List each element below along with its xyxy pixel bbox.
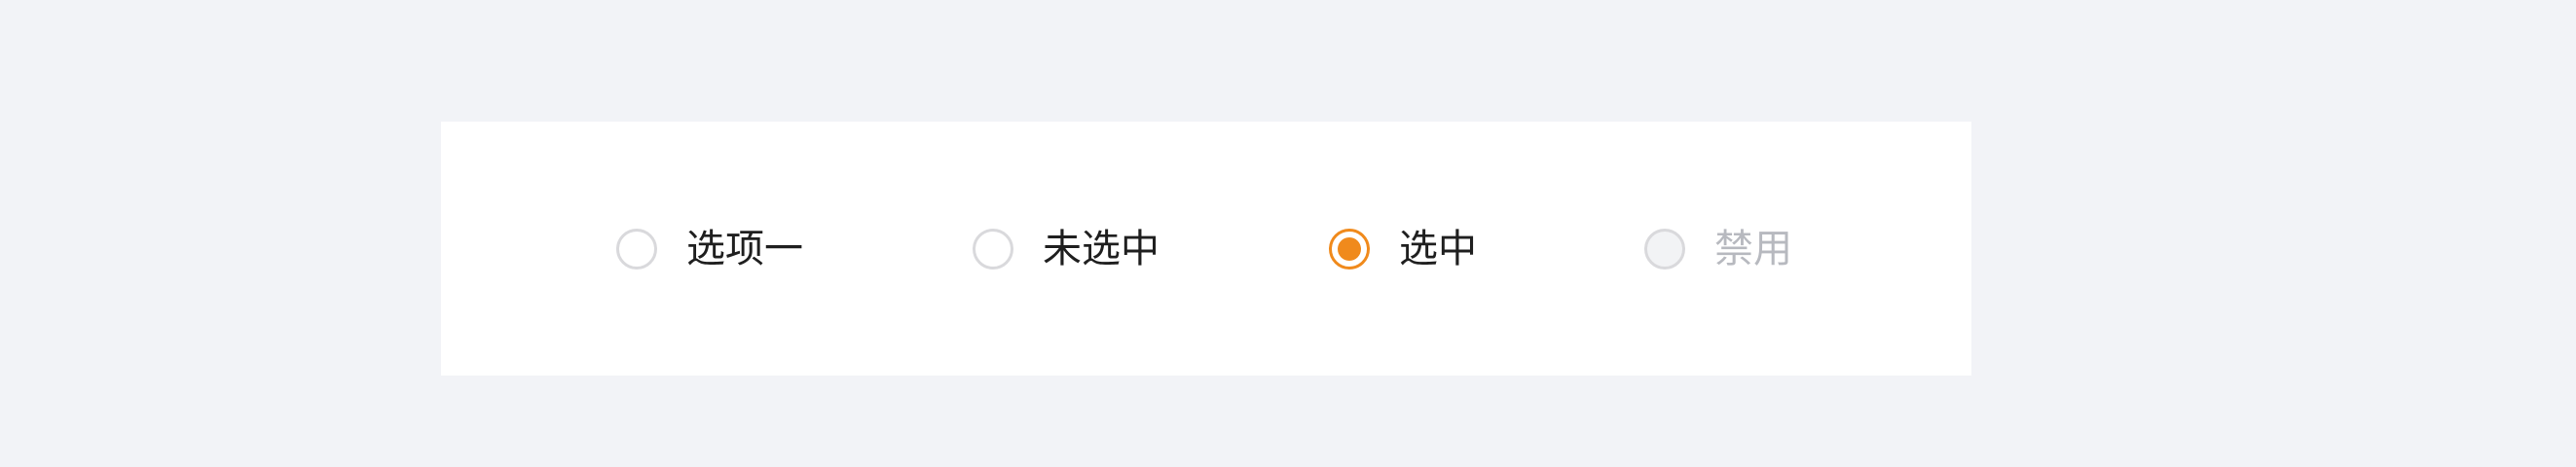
radio-option-unchecked[interactable]: 未选中 — [973, 226, 1159, 272]
radio-unchecked-icon[interactable] — [973, 229, 1013, 269]
radio-option-disabled: 禁用 — [1644, 226, 1792, 272]
radio-option-1-label: 选项一 — [686, 227, 803, 271]
radio-option-1[interactable]: 选项一 — [616, 226, 803, 272]
radio-group-card: 选项一 未选中 选中 禁用 — [441, 122, 1971, 376]
radio-option-disabled-label: 禁用 — [1714, 227, 1792, 271]
radio-checked-dot — [1338, 237, 1361, 261]
radio-unchecked-icon[interactable] — [616, 229, 657, 269]
radio-checked-icon[interactable] — [1329, 229, 1370, 269]
radio-option-checked-label: 选中 — [1399, 227, 1477, 271]
radio-option-unchecked-label: 未选中 — [1043, 227, 1159, 271]
radio-option-checked[interactable]: 选中 — [1329, 226, 1477, 272]
radio-disabled-icon — [1644, 229, 1685, 269]
